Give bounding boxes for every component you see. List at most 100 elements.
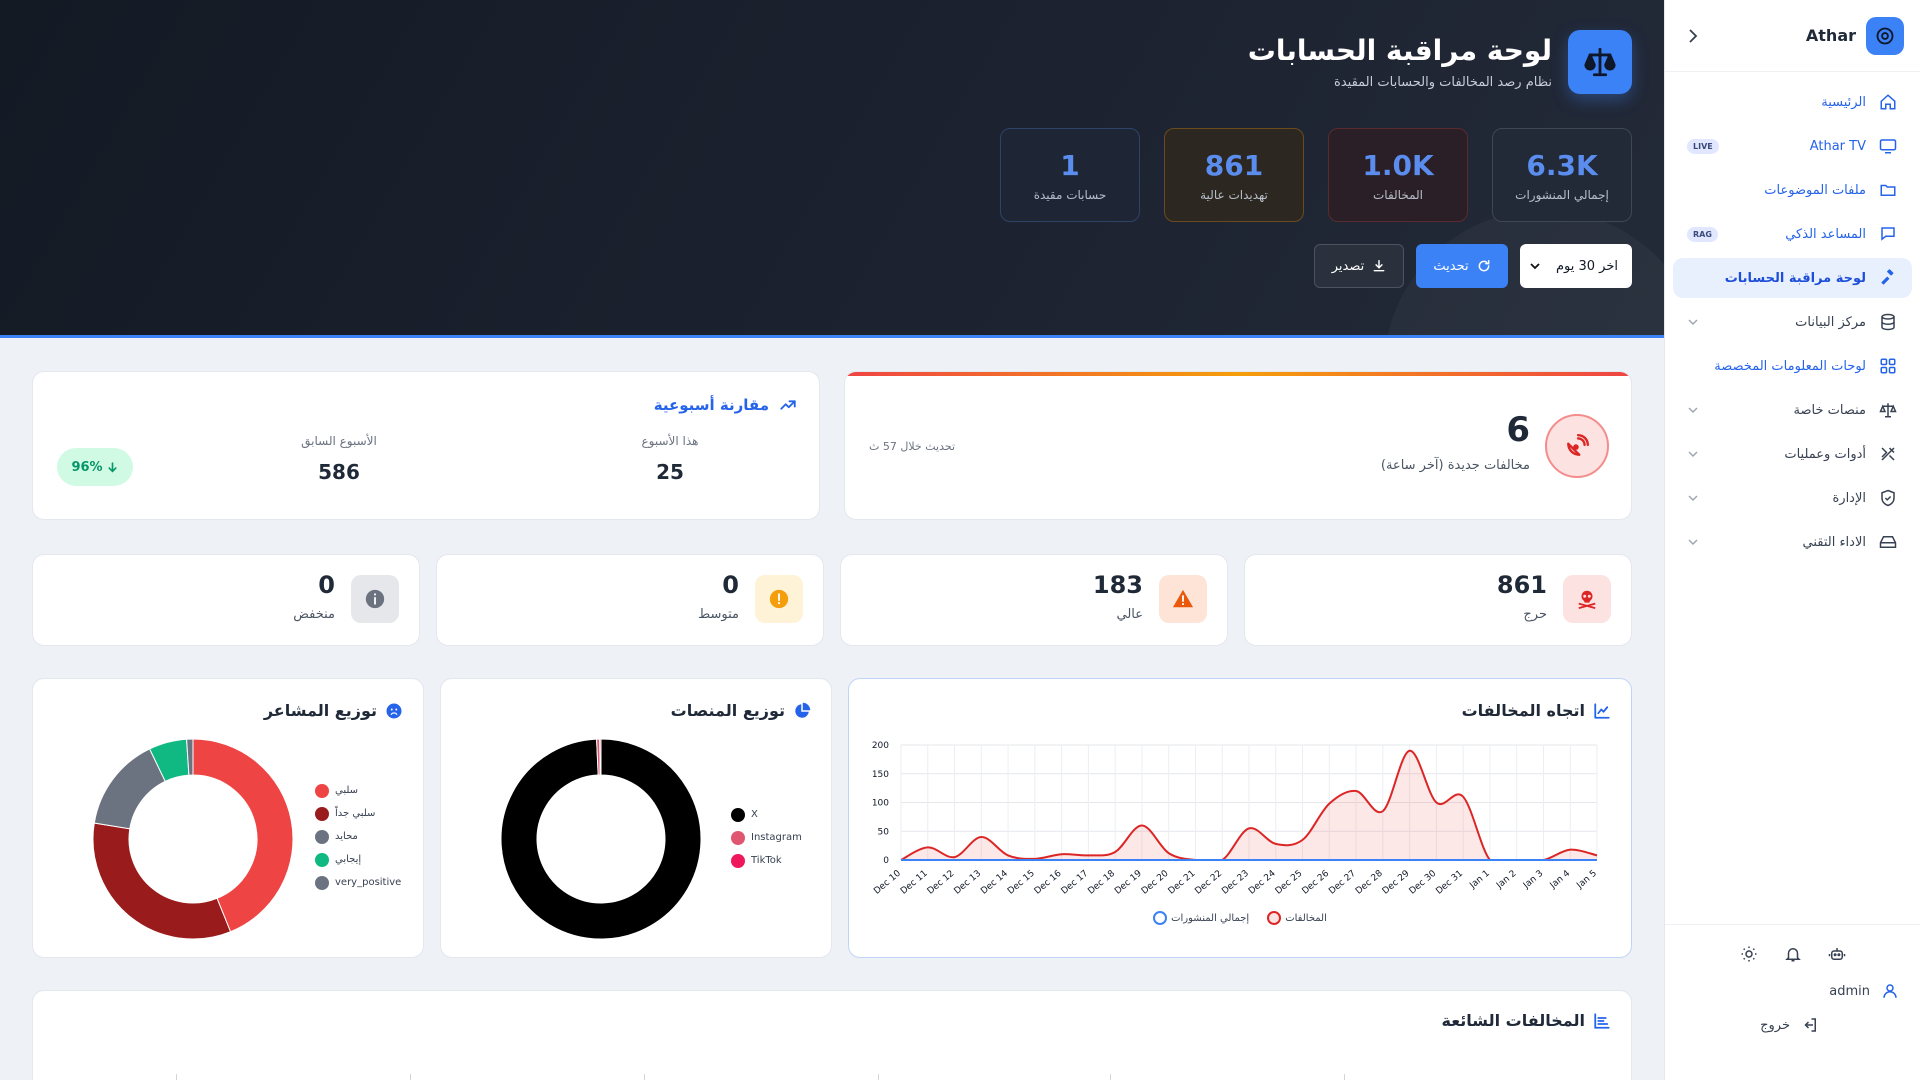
tools-icon <box>1878 444 1898 464</box>
x-tick-label: Dec 16 <box>1033 868 1064 896</box>
sentiment-title: توزيع المشاعر <box>264 701 403 720</box>
sidebar-item-label: لوحة مراقبة الحسابات <box>1724 270 1866 286</box>
new-violations-card: 6 مخالفات جديدة (آخر ساعة) تحديث خلال 57… <box>844 371 1632 520</box>
x-tick-label: Dec 30 <box>1408 868 1439 896</box>
legend-label: إيجابي <box>335 854 362 865</box>
legend-item-very-positive[interactable]: very_positive <box>315 871 401 894</box>
legend-swatch <box>731 807 745 822</box>
page-title: لوحة مراقبة الحسابات <box>1247 34 1552 67</box>
sidebar-item-data-center[interactable]: مركز البيانات <box>1673 302 1912 342</box>
rag-badge: RAG <box>1687 226 1718 242</box>
gavel-icon <box>1878 268 1898 288</box>
severity-low-card: 0 منخفض <box>32 554 420 646</box>
this-week-value: 25 <box>656 460 684 484</box>
stat-value: 1.0K <box>1362 148 1434 182</box>
x-tick-label: Dec 22 <box>1193 869 1224 897</box>
legend-item-x[interactable]: X <box>731 803 802 826</box>
sidebar-item-special-platforms[interactable]: منصات خاصة <box>1673 390 1912 430</box>
legend-item-total-posts[interactable]: إجمالي المنشورات <box>1153 911 1249 925</box>
legend-item-violations[interactable]: المخالفات <box>1267 911 1327 925</box>
x-tick-label: Dec 23 <box>1220 869 1251 897</box>
period-select-value: اخر 30 يوم <box>1555 258 1618 274</box>
database-icon <box>1878 312 1898 332</box>
info-icon <box>351 575 399 623</box>
severity-high-card: 183 عالي <box>840 554 1228 646</box>
sidebar-header: Athar <box>1665 0 1920 72</box>
period-select[interactable]: اخر 30 يوم <box>1520 244 1632 288</box>
sidebar-item-custom-dashboards[interactable]: لوحات المعلومات المخصصة <box>1673 346 1912 386</box>
folder-icon <box>1878 180 1898 200</box>
legend-swatch <box>1267 911 1282 925</box>
sad-face-icon <box>385 702 403 720</box>
harddrive-icon <box>1878 532 1898 552</box>
legend-item-very-negative[interactable]: سلبي جداً <box>315 802 401 825</box>
scale-icon <box>1568 30 1632 94</box>
sidebar-item-admin[interactable]: الإدارة <box>1673 478 1912 518</box>
legend-item-negative[interactable]: سلبي <box>315 779 401 802</box>
this-week-label: هذا الأسبوع <box>641 434 699 448</box>
x-tick-label: Jan 2 <box>1494 869 1518 892</box>
x-tick-label: Dec 20 <box>1140 868 1171 896</box>
common-violations-card: المخالفات الشائعة <box>32 990 1632 1080</box>
stat-high-threats: 861 تهديدات عالية <box>1164 128 1304 222</box>
severity-value: 0 <box>318 571 335 599</box>
stat-label: المخالفات <box>1373 187 1424 202</box>
this-week-block: هذا الأسبوع 25 <box>600 434 740 484</box>
sidebar-item-account-monitor[interactable]: لوحة مراقبة الحسابات <box>1673 258 1912 298</box>
x-tick-label: Dec 21 <box>1167 869 1198 897</box>
collapse-sidebar-button[interactable] <box>1681 24 1705 48</box>
export-button[interactable]: تصدير <box>1314 244 1404 288</box>
platform-distribution-card: توزيع المنصات X Instagram TikTok <box>440 678 832 958</box>
x-tick-label: Dec 12 <box>926 869 957 897</box>
refresh-icon <box>1477 259 1491 273</box>
sun-icon[interactable] <box>1738 943 1760 965</box>
sidebar-item-topics[interactable]: ملفات الموضوعات <box>1673 170 1912 210</box>
grid-icon <box>1878 356 1898 376</box>
sidebar-item-assistant[interactable]: المساعد الذكي RAG <box>1673 214 1912 254</box>
chevron-down-icon <box>1687 536 1699 548</box>
severity-label: حرج <box>1523 607 1547 622</box>
legend-item-instagram[interactable]: Instagram <box>731 826 802 849</box>
x-tick-label: Dec 26 <box>1300 868 1331 896</box>
tv-icon <box>1878 136 1898 156</box>
x-tick-label: Dec 19 <box>1113 868 1144 896</box>
x-tick-label: Dec 27 <box>1327 869 1358 897</box>
legend-item-positive[interactable]: إيجابي <box>315 848 401 871</box>
home-icon <box>1878 92 1898 112</box>
sidebar-item-athar-tv[interactable]: Athar TV LIVE <box>1673 126 1912 166</box>
prev-week-label: الأسبوع السابق <box>301 434 377 448</box>
sentiment-slice <box>92 822 232 940</box>
platform-legend: X Instagram TikTok <box>731 803 802 872</box>
sidebar-item-tech-performance[interactable]: الاداء التقني <box>1673 522 1912 562</box>
legend-label: سلبي <box>335 785 359 796</box>
refresh-button[interactable]: تحديث <box>1416 244 1508 288</box>
weekly-title-text: مقارنة أسبوعية <box>653 396 769 414</box>
logout-button[interactable]: خروج <box>1665 1001 1920 1035</box>
app-logo-icon <box>1866 16 1904 55</box>
app-brand: Athar <box>1805 26 1856 45</box>
bell-icon[interactable] <box>1782 943 1804 965</box>
legend-swatch <box>1153 911 1168 925</box>
sidebar-footer: admin خروج <box>1665 924 1920 1080</box>
x-tick-label: Dec 25 <box>1274 869 1305 897</box>
prev-week-value: 586 <box>318 460 360 484</box>
x-tick-label: Dec 11 <box>899 869 930 897</box>
page-subtitle: نظام رصد المخالفات والحسابات المقيدة <box>1334 75 1552 90</box>
sidebar-item-tools[interactable]: أدوات وعمليات <box>1673 434 1912 474</box>
update-countdown: تحديث خلال 57 ث <box>869 440 956 453</box>
legend-item-neutral[interactable]: محايد <box>315 825 401 848</box>
new-violations-label: مخالفات جديدة (آخر ساعة) <box>1380 458 1530 473</box>
weekly-comparison-title: مقارنة أسبوعية <box>654 396 797 414</box>
legend-item-tiktok[interactable]: TikTok <box>731 849 802 872</box>
sidebar-item-home[interactable]: الرئيسية <box>1673 82 1912 122</box>
sidebar: Athar الرئيسية Athar TV LIVE ملفات الموض… <box>1664 0 1920 1080</box>
grid-line <box>410 1074 411 1080</box>
new-violations-count: 6 <box>1506 410 1530 450</box>
legend-label: TikTok <box>751 855 782 866</box>
x-tick-label: Jan 3 <box>1521 869 1545 892</box>
robot-icon[interactable] <box>1826 943 1848 965</box>
legend-swatch <box>315 875 329 890</box>
platform-slice <box>599 738 602 776</box>
x-tick-label: Dec 31 <box>1434 869 1465 897</box>
user-profile[interactable]: admin <box>1665 965 1920 1001</box>
